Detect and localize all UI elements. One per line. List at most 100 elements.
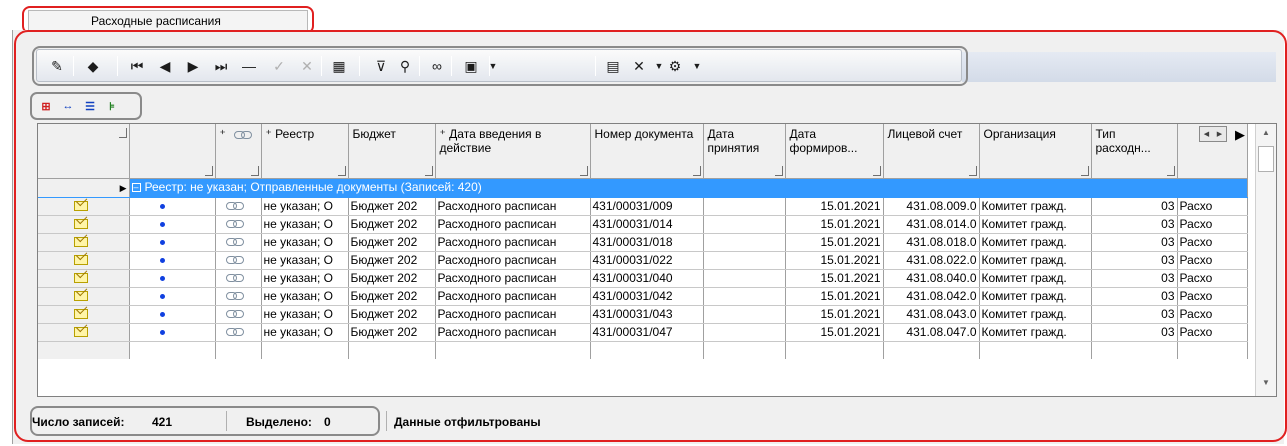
minus-icon: — xyxy=(242,58,256,74)
record-count-label: Число записей: xyxy=(32,415,125,429)
calculator-button[interactable]: ▦ xyxy=(329,56,349,76)
column-header-effective_date[interactable]: ⁺ Дата введения в действие xyxy=(435,124,591,179)
table-row[interactable]: не указан; О Бюджет 202 Расходного расписа… xyxy=(38,323,1248,342)
mark-button[interactable]: ◆ xyxy=(83,56,103,76)
row-indicator[interactable]: ▶ xyxy=(38,178,130,198)
first-button[interactable]: ⏮ xyxy=(127,56,147,76)
scroll-down-icon[interactable]: ▼ xyxy=(1262,378,1270,387)
next-button[interactable]: ▶ xyxy=(183,56,203,76)
column-header-link[interactable]: ⁺ xyxy=(215,124,262,179)
last-button[interactable]: ⏭ xyxy=(211,56,231,76)
chevron-down-icon[interactable]: ▼ xyxy=(649,56,669,76)
toolbar-separator xyxy=(489,56,490,76)
column-header-label: Организация xyxy=(983,127,1056,141)
group-label: Реестр: не указан; Отправленные документ… xyxy=(144,180,482,194)
table-row[interactable]: не указан; О Бюджет 202 Расходного расписа… xyxy=(38,305,1248,324)
link-icon xyxy=(225,238,244,247)
budget-cell: Бюджет 202 xyxy=(348,305,436,324)
column-header-status[interactable] xyxy=(38,124,130,179)
collapse-group-icon[interactable]: – xyxy=(131,183,141,193)
insert-icon[interactable]: ⊞ xyxy=(38,98,54,114)
link-icon xyxy=(225,202,244,211)
registry-cell: не указан; О xyxy=(261,305,349,324)
scroll-up-icon[interactable]: ▲ xyxy=(1262,128,1270,137)
status-divider xyxy=(386,411,387,431)
link-icon xyxy=(233,130,252,139)
grid-header-row: ⁺ ⁺ Реестр Бюджет ⁺ Дата введения в действи… xyxy=(38,124,1248,179)
effective-date-cell: Расходного расписан xyxy=(435,215,591,234)
close-button[interactable]: ✕ xyxy=(629,56,649,76)
column-header-form_date[interactable]: Дата формиров... xyxy=(785,124,884,179)
link-cell xyxy=(215,197,262,216)
chevron-down-icon[interactable]: ▼ xyxy=(483,56,503,76)
accept-date-cell xyxy=(703,197,786,216)
sort-indicator-icon xyxy=(424,165,433,176)
extra-cell: Расхо xyxy=(1177,305,1248,324)
prev-button[interactable]: ◀ xyxy=(155,56,175,76)
last-record-icon: ⏭ xyxy=(214,57,228,74)
table-row[interactable]: не указан; О Бюджет 202 Расходного расписа… xyxy=(38,215,1248,234)
scroll-left-icon[interactable]: ◀ xyxy=(1204,130,1209,138)
accept-date-cell xyxy=(703,287,786,306)
chevron-down-icon[interactable]: ▼ xyxy=(687,56,707,76)
bullet-icon xyxy=(159,257,165,263)
form-date-cell: 15.01.2021 xyxy=(785,323,884,342)
accept-date-cell xyxy=(703,233,786,252)
column-header-account[interactable]: Лицевой счет xyxy=(883,124,980,179)
export-button[interactable]: ▣ xyxy=(461,56,481,76)
swap-icon[interactable]: ↔ xyxy=(60,98,76,114)
status-cell xyxy=(38,287,130,306)
scroll-right-icon[interactable]: ▶ xyxy=(1217,130,1222,138)
link-cell xyxy=(215,287,262,306)
column-header-label: Дата принятия xyxy=(707,127,760,155)
find-button[interactable]: ⚲ xyxy=(395,56,415,76)
form-date-cell: 15.01.2021 xyxy=(785,305,884,324)
link-icon xyxy=(225,328,244,337)
scroll-thumb[interactable] xyxy=(1258,146,1274,172)
edit-button[interactable]: ✎ xyxy=(47,56,67,76)
column-scroll-buttons[interactable]: ◀ ▶ xyxy=(1199,126,1227,142)
open-folder-button[interactable]: ▤ xyxy=(603,56,623,76)
status-cell xyxy=(38,251,130,270)
group-row[interactable]: ▶ – Реестр: не указан; Отправленные докуме… xyxy=(38,178,1248,198)
table-row[interactable]: не указан; О Бюджет 202 Расходного расписа… xyxy=(38,269,1248,288)
bullet-icon xyxy=(159,329,165,335)
column-header-exp_type[interactable]: Тип расходн... xyxy=(1091,124,1178,179)
column-header-mark[interactable] xyxy=(129,124,216,179)
group-icon[interactable]: ⊧ xyxy=(104,98,120,114)
organization-cell: Комитет гражд. xyxy=(979,197,1092,216)
registry-cell: не указан; О xyxy=(261,215,349,234)
column-header-registry[interactable]: ⁺ Реестр xyxy=(261,124,349,179)
account-cell: 431.08.014.0 xyxy=(883,215,980,234)
checklist-icon[interactable]: ☰ xyxy=(82,98,98,114)
table-row[interactable]: не указан; О Бюджет 202 Расходного расписа… xyxy=(38,287,1248,306)
account-cell: 431.08.047.0 xyxy=(883,323,980,342)
delete-record-button[interactable]: — xyxy=(239,56,259,76)
post-button[interactable]: ✓ xyxy=(269,56,289,76)
vertical-scrollbar[interactable]: ▲ ▼ xyxy=(1255,124,1276,396)
sort-indicator-icon xyxy=(872,165,881,176)
table-row[interactable]: не указан; О Бюджет 202 Расходного расписа… xyxy=(38,251,1248,270)
filter-status: Данные отфильтрованы xyxy=(394,415,541,429)
column-header-budget[interactable]: Бюджет xyxy=(348,124,436,179)
table-row[interactable]: не указан; О Бюджет 202 Расходного расписа… xyxy=(38,233,1248,252)
column-header-org[interactable]: Организация xyxy=(979,124,1092,179)
table-row[interactable]: не указан; О Бюджет 202 Расходного расписа… xyxy=(38,197,1248,216)
column-header-accept_date[interactable]: Дата принятия xyxy=(703,124,786,179)
budget-cell: Бюджет 202 xyxy=(348,197,436,216)
filter-button[interactable]: ⊽ xyxy=(371,56,391,76)
group-cell[interactable]: – Реестр: не указан; Отправленные докумен… xyxy=(129,178,1248,198)
expense-type-cell: 03 xyxy=(1091,323,1178,342)
edit-icon: ✎ xyxy=(51,57,63,74)
link-button[interactable]: ∞ xyxy=(427,56,447,76)
envelope-icon xyxy=(74,273,88,284)
column-next-icon[interactable]: ▶ xyxy=(1229,126,1251,143)
organization-cell: Комитет гражд. xyxy=(979,305,1092,324)
sort-indicator-icon xyxy=(250,165,259,176)
column-header-doc_number[interactable]: Номер документа xyxy=(590,124,704,179)
organization-cell: Комитет гражд. xyxy=(979,269,1092,288)
cancel-button[interactable]: ✕ xyxy=(297,56,317,76)
calculator-icon: ▦ xyxy=(332,57,346,74)
toolbar-separator xyxy=(359,56,360,76)
toolbar-separator xyxy=(117,56,118,76)
